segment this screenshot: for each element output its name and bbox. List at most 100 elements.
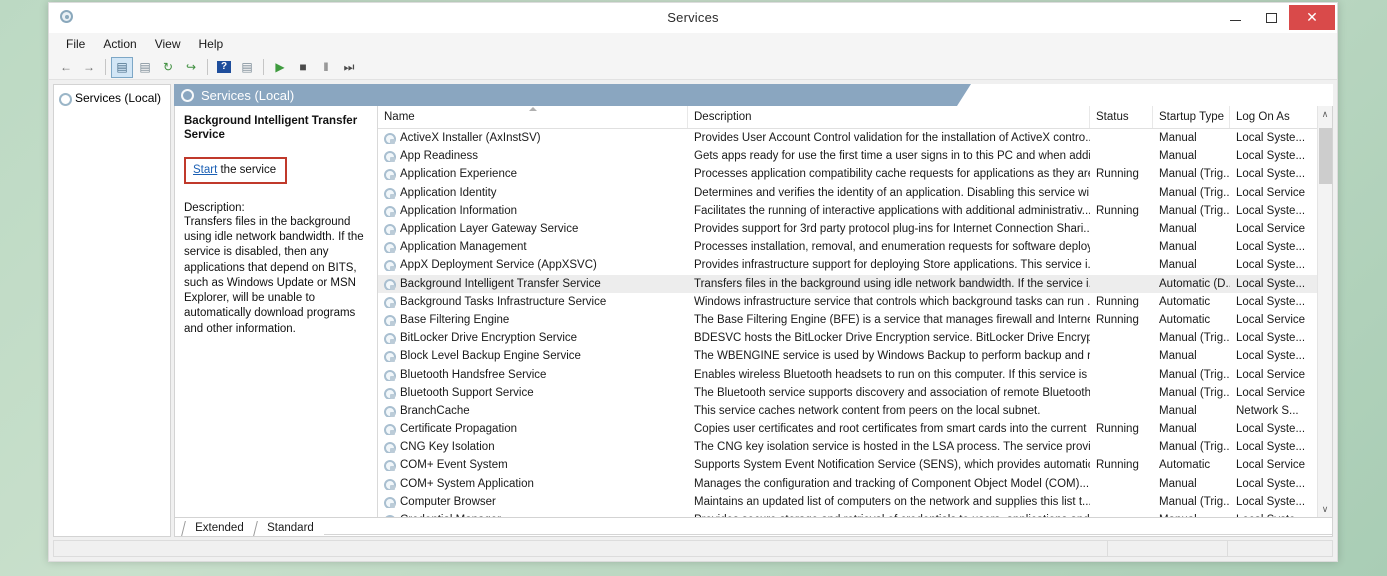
scroll-up-icon[interactable]: ∧: [1318, 106, 1333, 122]
export-list-icon[interactable]: ↪: [180, 57, 202, 78]
back-arrow-icon[interactable]: ←: [55, 57, 77, 78]
stop-service-icon-glyph: ■: [299, 60, 307, 74]
toolbar-separator: [263, 59, 264, 75]
table-row[interactable]: Base Filtering Engine The Base Filtering …: [378, 311, 1317, 329]
table-row[interactable]: BranchCache This service caches network c…: [378, 402, 1317, 420]
tab-standard[interactable]: Standard: [252, 521, 327, 536]
show-details-icon[interactable]: ▤: [236, 57, 258, 78]
sort-ascending-icon: [528, 107, 537, 111]
table-row[interactable]: CNG Key Isolation The CNG key isolation s…: [378, 438, 1317, 456]
tree-item-label: Services (Local): [75, 91, 162, 105]
start-service-icon[interactable]: ▶: [269, 57, 291, 78]
status-panel-c: [1228, 540, 1333, 557]
cell-name: Block Level Backup Engine Service: [378, 350, 688, 363]
table-row[interactable]: COM+ Event System Supports System Event N…: [378, 456, 1317, 474]
table-row[interactable]: Application Experience Processes applicat…: [378, 165, 1317, 183]
cell-desc: Gets apps ready for use the first time a…: [694, 150, 1090, 163]
menu-bar: File Action View Help: [49, 33, 1337, 55]
cell-desc: Facilitates the running of interactive a…: [694, 204, 1090, 217]
service-name-label: Computer Browser: [400, 495, 496, 508]
menu-item-action[interactable]: Action: [94, 35, 145, 53]
table-row[interactable]: AppX Deployment Service (AppXSVC) Provide…: [378, 256, 1317, 274]
help-icon[interactable]: ?: [213, 57, 235, 78]
cell-startup: Manual: [1159, 132, 1197, 145]
table-row[interactable]: Background Tasks Infrastructure Service W…: [378, 293, 1317, 311]
cell-desc: Transfers files in the background using …: [694, 277, 1090, 290]
cell-desc: Provides User Account Control validation…: [694, 132, 1090, 145]
list-vertical-scrollbar[interactable]: ∧ ∨: [1317, 106, 1332, 517]
table-row[interactable]: Credential Manager Provides secure storag…: [378, 511, 1317, 517]
menu-item-file[interactable]: File: [57, 35, 94, 53]
services-gear-icon: [58, 92, 72, 106]
tab-label: Standard: [266, 522, 314, 534]
table-row[interactable]: BitLocker Drive Encryption Service BDESVC…: [378, 329, 1317, 347]
stop-service-icon[interactable]: ■: [292, 57, 314, 78]
console-content: Background Intelligent Transfer Service …: [174, 106, 1333, 518]
table-row[interactable]: Bluetooth Support Service The Bluetooth s…: [378, 384, 1317, 402]
start-service-link[interactable]: Start: [193, 164, 217, 176]
cell-desc: Copies user certificates and root certif…: [694, 423, 1090, 436]
service-name-label: Bluetooth Support Service: [400, 386, 534, 399]
maximize-button[interactable]: [1253, 3, 1289, 32]
refresh-icon[interactable]: ↻: [157, 57, 179, 78]
service-gear-icon: [383, 205, 396, 217]
forward-arrow-icon[interactable]: →: [78, 57, 100, 78]
service-name-label: AppX Deployment Service (AppXSVC): [400, 259, 597, 272]
cell-logon: Local Syste...: [1236, 350, 1306, 363]
table-row[interactable]: Bluetooth Handsfree Service Enables wirel…: [378, 365, 1317, 383]
column-header-name[interactable]: Name: [378, 106, 688, 128]
cell-name: Application Experience: [378, 168, 688, 181]
cell-desc: Provides support for 3rd party protocol …: [694, 223, 1090, 236]
minimize-button[interactable]: [1217, 3, 1253, 32]
tab-extended[interactable]: Extended: [181, 521, 257, 536]
status-message: [53, 540, 1108, 557]
table-row[interactable]: Certificate Propagation Copies user certi…: [378, 420, 1317, 438]
cell-name: AppX Deployment Service (AppXSVC): [378, 259, 688, 272]
service-gear-icon: [383, 168, 396, 181]
restart-service-icon[interactable]: ⏭: [338, 57, 360, 78]
table-row[interactable]: App Readiness Gets apps ready for use the…: [378, 147, 1317, 165]
table-row[interactable]: Application Identity Determines and verif…: [378, 184, 1317, 202]
table-row[interactable]: ActiveX Installer (AxInstSV) Provides Use…: [378, 129, 1317, 147]
scroll-down-icon[interactable]: ∨: [1318, 501, 1333, 517]
cell-name: Computer Browser: [378, 496, 688, 508]
console-header-banner: Services (Local): [174, 84, 1333, 106]
close-button[interactable]: ✕: [1289, 5, 1335, 30]
show-hide-tree-icon[interactable]: ▤: [111, 56, 133, 78]
cell-desc: Maintains an updated list of computers o…: [694, 495, 1090, 508]
cell-logon: Local Service: [1236, 186, 1306, 199]
table-row[interactable]: Background Intelligent Transfer Service T…: [378, 274, 1317, 293]
table-row[interactable]: Block Level Backup Engine Service The WBE…: [378, 347, 1317, 365]
cell-startup: Manual: [1159, 350, 1197, 363]
cell-name: COM+ System Application: [378, 478, 688, 490]
menu-item-help[interactable]: Help: [190, 35, 233, 53]
scrollbar-thumb[interactable]: [1318, 128, 1332, 184]
table-row[interactable]: Application Management Processes installa…: [378, 238, 1317, 256]
selected-service-title: Background Intelligent Transfer Service: [184, 115, 358, 142]
column-header-desc[interactable]: Description: [688, 106, 1090, 128]
service-gear-icon: [383, 514, 396, 517]
start-service-action-highlight: Start the service: [184, 156, 288, 184]
console-header-label: Services (Local): [201, 87, 295, 103]
service-name-label: App Readiness: [400, 150, 478, 163]
table-row[interactable]: COM+ System Application Manages the confi…: [378, 475, 1317, 493]
pause-service-icon[interactable]: ‖: [315, 57, 337, 78]
table-row[interactable]: Application Layer Gateway Service Provide…: [378, 220, 1317, 238]
cell-status: Running: [1096, 295, 1139, 308]
cell-name: Background Intelligent Transfer Service: [378, 278, 688, 290]
menu-item-view[interactable]: View: [146, 35, 190, 53]
cell-startup: Automatic: [1159, 295, 1211, 308]
cell-logon: Local Syste...: [1236, 423, 1306, 436]
scrollbar-track[interactable]: [1318, 122, 1333, 501]
table-row[interactable]: Application Information Facilitates the r…: [378, 202, 1317, 220]
refresh-icon-glyph: ↻: [162, 60, 174, 74]
column-header-status[interactable]: Status: [1090, 106, 1153, 128]
column-header-startup[interactable]: Startup Type: [1153, 106, 1230, 128]
column-header-logon[interactable]: Log On As: [1230, 106, 1317, 128]
service-name-label: Background Tasks Infrastructure Service: [400, 295, 607, 308]
table-row[interactable]: Computer Browser Maintains an updated lis…: [378, 493, 1317, 511]
cell-logon: Local Syste...: [1236, 477, 1306, 490]
properties-icon[interactable]: ▤: [134, 57, 156, 78]
tree-item-services-local[interactable]: Services (Local): [54, 89, 170, 107]
service-name-label: ActiveX Installer (AxInstSV): [400, 132, 541, 145]
